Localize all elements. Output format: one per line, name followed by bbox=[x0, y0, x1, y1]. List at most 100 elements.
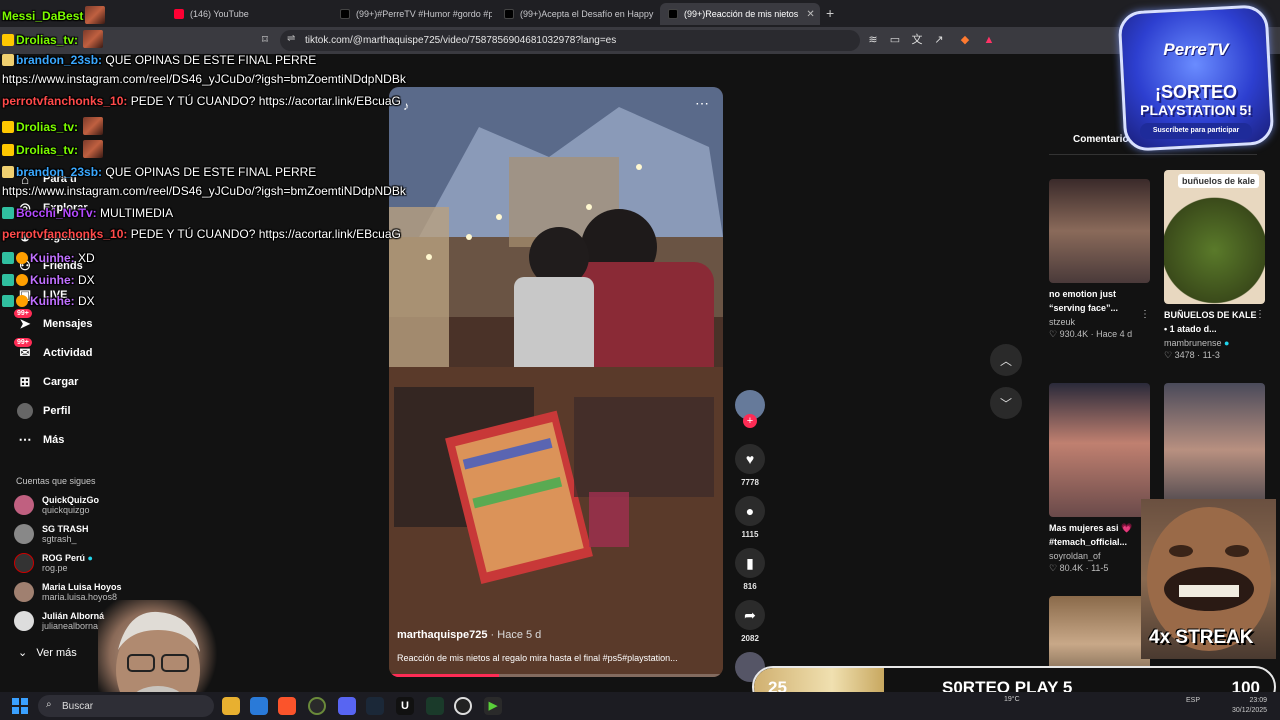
chat-message: Drolias_tv: bbox=[2, 117, 104, 135]
like-button[interactable]: ♥ 7778 bbox=[733, 444, 767, 487]
emote-icon bbox=[85, 6, 106, 24]
chat-username: Bocchi_NoTv: bbox=[16, 206, 97, 220]
avatar bbox=[14, 524, 34, 544]
chat-message: Drolias_tv: bbox=[2, 30, 104, 48]
screen-icon[interactable]: ▭ bbox=[888, 33, 902, 47]
taskbar-search[interactable]: ⌕ Buscar bbox=[38, 695, 214, 717]
followed-account[interactable]: ROG Perú ● rog.pe bbox=[14, 553, 93, 573]
steam-icon[interactable] bbox=[366, 697, 384, 715]
card-meta: ♡ 930.4K · Hace 4 d bbox=[1049, 329, 1133, 339]
promo-brand: PerreTV bbox=[1163, 40, 1229, 59]
video-thumbnail bbox=[1049, 383, 1150, 517]
sub-badge-icon bbox=[2, 252, 14, 264]
previous-video-button[interactable]: ︿ bbox=[990, 344, 1022, 376]
recommended-video-card[interactable] bbox=[1164, 383, 1265, 517]
account-name: SG TRASH bbox=[42, 524, 89, 534]
windows-start-icon[interactable] bbox=[12, 698, 28, 714]
brave-browser-icon[interactable] bbox=[278, 697, 296, 715]
chat-username: Drolias_tv: bbox=[16, 33, 79, 47]
followed-account[interactable]: Maria Luisa Hoyos maria.luisa.hoyos8 bbox=[14, 582, 122, 602]
recommended-video-card[interactable]: Mas mujeres asi 💗 #temach_official... ⋮ … bbox=[1049, 383, 1150, 574]
sidebar-item-messages[interactable]: ➤ 99+ Mensajes bbox=[14, 309, 93, 333]
promo-title-line2: PLAYSTATION 5! bbox=[1140, 102, 1252, 118]
activity-icon: ✉ 99+ bbox=[14, 338, 34, 362]
app-icon[interactable] bbox=[426, 697, 444, 715]
outlook-icon[interactable] bbox=[250, 697, 268, 715]
account-name: QuickQuizGo bbox=[42, 495, 100, 505]
app-icon[interactable] bbox=[308, 697, 326, 715]
warning-badge-icon bbox=[16, 295, 28, 307]
video-progress-bar[interactable] bbox=[389, 674, 723, 677]
video-caption: Reacción de mis nietos al regalo mira ha… bbox=[397, 653, 678, 663]
sidebar-item-label: Perfil bbox=[43, 405, 71, 417]
share-icon[interactable]: ↗ bbox=[932, 33, 946, 47]
translate-icon[interactable]: 文 bbox=[910, 33, 924, 47]
weather-widget[interactable]: 19°C bbox=[1004, 695, 1020, 705]
followed-account[interactable]: QuickQuizGo quickquizgo bbox=[14, 495, 99, 515]
clock[interactable]: 23:09 30/12/2025 bbox=[1232, 696, 1267, 716]
clock-date: 30/12/2025 bbox=[1232, 707, 1268, 714]
author-avatar-button[interactable]: + bbox=[733, 390, 767, 428]
tab-tiktok-2[interactable]: (99+)Acepta el Desafío en Happy & G bbox=[496, 3, 656, 25]
follow-plus-icon[interactable]: + bbox=[743, 414, 757, 428]
sidebar-item-profile[interactable]: Perfil bbox=[16, 402, 71, 420]
save-button[interactable]: ▮ 816 bbox=[733, 548, 767, 591]
file-explorer-icon[interactable] bbox=[222, 697, 240, 715]
share-button[interactable]: ➦ 2082 bbox=[733, 600, 767, 643]
windows-taskbar: ⌕ Buscar U ▶ 19°C ESP 23:09 30/12/2025 bbox=[0, 692, 1280, 720]
video-thumbnail bbox=[1164, 383, 1265, 517]
tab-title: (99+)Reacción de mis nietos bbox=[684, 9, 799, 19]
close-tab-icon[interactable]: ✕ bbox=[798, 9, 814, 20]
emote-icon bbox=[83, 30, 104, 48]
video-author[interactable]: marthaquispe725 · Hace 5 d bbox=[397, 629, 541, 641]
discord-icon[interactable] bbox=[338, 697, 356, 715]
more-options-icon[interactable]: ⋯ bbox=[695, 95, 709, 112]
followed-account[interactable]: Julián Alborná julianealborna bbox=[14, 611, 104, 631]
language-indicator[interactable]: ESP bbox=[1186, 696, 1200, 706]
recommended-video-card[interactable]: buñuelos de kale BUÑUELOS DE KALE • 1 at… bbox=[1164, 170, 1265, 361]
rewards-icon[interactable]: ▲ bbox=[982, 33, 996, 47]
see-more-button[interactable]: ⌄ Ver más bbox=[18, 646, 77, 659]
sub-badge-icon bbox=[2, 274, 14, 286]
promo-subtitle: Suscríbete para participar bbox=[1140, 123, 1252, 139]
sidebar-item-more[interactable]: ⋯ Más bbox=[16, 431, 65, 449]
comment-button[interactable]: ● 1115 bbox=[733, 496, 767, 539]
followed-account[interactable]: SG TRASH sgtrash_ bbox=[14, 524, 89, 544]
chat-username: Messi_DaBest bbox=[2, 9, 84, 23]
recommended-video-card[interactable]: no emotion just “serving face”... ⋮ stze… bbox=[1049, 179, 1150, 340]
card-meta: ♡ 3478 · 11-3 bbox=[1164, 350, 1220, 360]
chat-text: DX bbox=[78, 273, 95, 287]
reader-icon[interactable]: ≋ bbox=[866, 33, 880, 47]
card-title: Mas mujeres asi 💗 #temach_official... bbox=[1049, 523, 1133, 547]
chat-message: brandon_23sb: QUE OPINAS DE ESTE FINAL P… bbox=[2, 165, 316, 179]
ubisoft-icon[interactable]: U bbox=[396, 697, 414, 715]
chat-text: XD bbox=[78, 251, 95, 265]
card-title: no emotion just “serving face”... bbox=[1049, 289, 1119, 313]
more-options-icon[interactable]: ⋮ bbox=[1255, 309, 1265, 320]
comment-count: 1115 bbox=[741, 530, 759, 539]
chat-text: QUE OPINAS DE ESTE FINAL PERRE bbox=[105, 53, 317, 67]
crown-icon bbox=[2, 144, 14, 156]
new-tab-button[interactable]: + bbox=[826, 5, 834, 21]
chat-username: perrotvfanchonks_10: bbox=[2, 94, 128, 108]
warning-badge-icon bbox=[16, 252, 28, 264]
crown-icon bbox=[2, 34, 14, 46]
sidebar-item-activity[interactable]: ✉ 99+ Actividad bbox=[14, 338, 93, 362]
more-options-icon[interactable]: ⋮ bbox=[1140, 309, 1150, 320]
account-name: Maria Luisa Hoyos bbox=[42, 582, 122, 592]
streak-label: 4x STREAK bbox=[1149, 627, 1254, 648]
obs-icon[interactable] bbox=[454, 697, 472, 715]
video-progress-fill bbox=[389, 674, 500, 677]
app-icon[interactable]: ▶ bbox=[484, 697, 502, 715]
sidebar-item-upload[interactable]: ⊞ Cargar bbox=[16, 373, 79, 391]
tab-tiktok-active[interactable]: (99+)Reacción de mis nietos ✕ bbox=[660, 3, 820, 25]
next-video-button[interactable]: ﹀ bbox=[990, 387, 1022, 419]
chat-text: DX bbox=[78, 294, 95, 308]
chat-username: brandon_23sb: bbox=[16, 53, 103, 67]
warning-badge-icon bbox=[16, 274, 28, 286]
brave-shield-icon[interactable]: ◆ bbox=[958, 33, 972, 47]
card-user: soyroldan_of bbox=[1049, 551, 1101, 561]
sidebar-item-label: Actividad bbox=[43, 347, 93, 359]
chat-username: Kuinhe: bbox=[30, 273, 75, 287]
profile-avatar-icon bbox=[16, 402, 34, 420]
